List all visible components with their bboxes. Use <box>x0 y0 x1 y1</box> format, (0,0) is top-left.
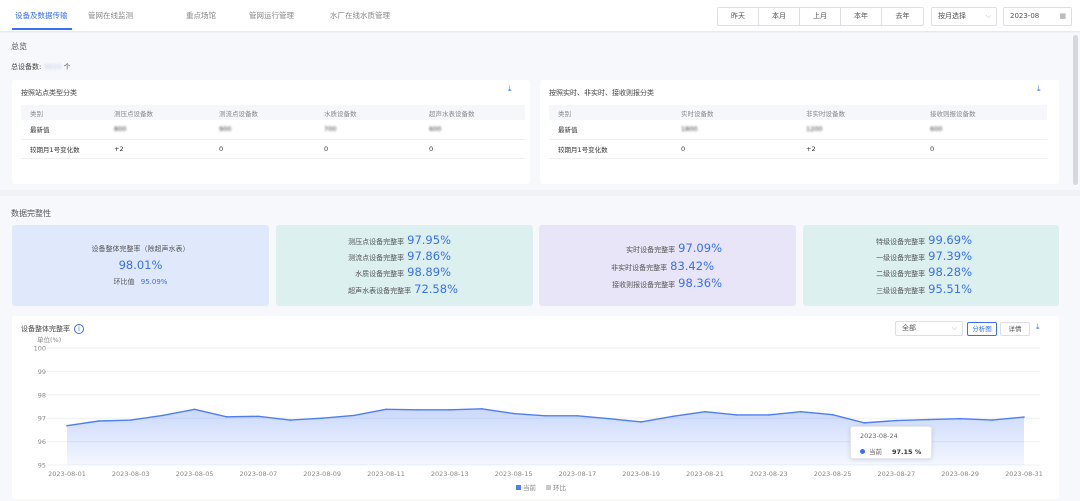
data-point <box>98 420 100 422</box>
data-point <box>704 410 706 413</box>
data-point <box>66 424 68 427</box>
data-point <box>130 419 132 421</box>
y-tick-label: 100 <box>34 345 46 353</box>
y-axis-label: 单位(%) <box>37 335 61 344</box>
x-tick-label: 2023-08-11 <box>367 470 405 478</box>
chart-tooltip: 2023-08-24 当前 97.15 % <box>850 426 932 459</box>
data-point <box>544 415 547 417</box>
data-point <box>608 417 611 420</box>
x-tick-label: 2023-08-17 <box>559 470 597 478</box>
tooltip-date: 2023-08-24 <box>860 432 898 440</box>
data-point <box>449 408 451 411</box>
tooltip-entry: 当前 97.15 % <box>860 446 921 456</box>
x-tick-label: 2023-08-25 <box>814 470 852 478</box>
tooltip-series-name: 当前 <box>869 448 882 456</box>
data-point <box>512 412 515 415</box>
data-point <box>289 419 292 421</box>
y-tick-label: 95 <box>38 462 46 470</box>
data-point <box>736 414 738 416</box>
data-point <box>863 422 866 424</box>
x-tick-label: 2023-08-13 <box>431 470 469 478</box>
y-tick-label: 96 <box>38 438 46 446</box>
x-tick-label: 2023-08-03 <box>112 470 150 478</box>
legend-label: 环比 <box>553 483 567 492</box>
data-point <box>768 414 770 416</box>
x-tick-label: 2023-08-19 <box>622 470 660 478</box>
legend-marker <box>546 485 551 490</box>
data-point <box>895 419 898 422</box>
x-tick-label: 2023-08-15 <box>495 470 533 478</box>
data-point <box>640 421 642 423</box>
x-tick-label: 2023-08-23 <box>750 470 788 478</box>
data-point <box>193 408 196 411</box>
data-point <box>321 417 324 420</box>
x-tick-label: 2023-08-27 <box>878 470 916 478</box>
data-point <box>225 415 228 418</box>
x-tick-label: 2023-08-21 <box>686 470 724 478</box>
page-scrollbar[interactable] <box>1073 35 1078 185</box>
legend-label: 当前 <box>523 483 537 492</box>
tooltip-series-dot <box>860 449 865 454</box>
tooltip-value: 97.15 % <box>892 448 922 456</box>
data-point <box>831 413 834 416</box>
x-tick-label: 2023-08-09 <box>303 470 341 478</box>
legend-marker <box>516 485 521 490</box>
y-tick-label: 98 <box>38 391 46 399</box>
data-point <box>672 415 674 418</box>
x-tick-label: 2023-08-07 <box>240 470 278 478</box>
data-point <box>959 417 961 420</box>
x-tick-label: 2023-08-29 <box>941 470 979 478</box>
data-point <box>927 418 930 421</box>
data-point <box>991 419 993 421</box>
data-point <box>417 408 419 411</box>
data-point <box>1023 416 1025 418</box>
x-tick-label: 2023-08-31 <box>1005 470 1043 478</box>
x-tick-label: 2023-08-05 <box>176 470 214 478</box>
data-point <box>385 408 387 411</box>
x-tick-label: 2023-08-01 <box>48 470 86 478</box>
data-point <box>161 414 164 417</box>
data-point <box>257 415 260 418</box>
data-point <box>576 415 579 417</box>
data-point <box>799 410 802 413</box>
y-tick-label: 99 <box>38 368 46 376</box>
y-tick-label: 97 <box>38 415 46 423</box>
data-point <box>353 414 355 417</box>
data-point <box>480 408 483 410</box>
